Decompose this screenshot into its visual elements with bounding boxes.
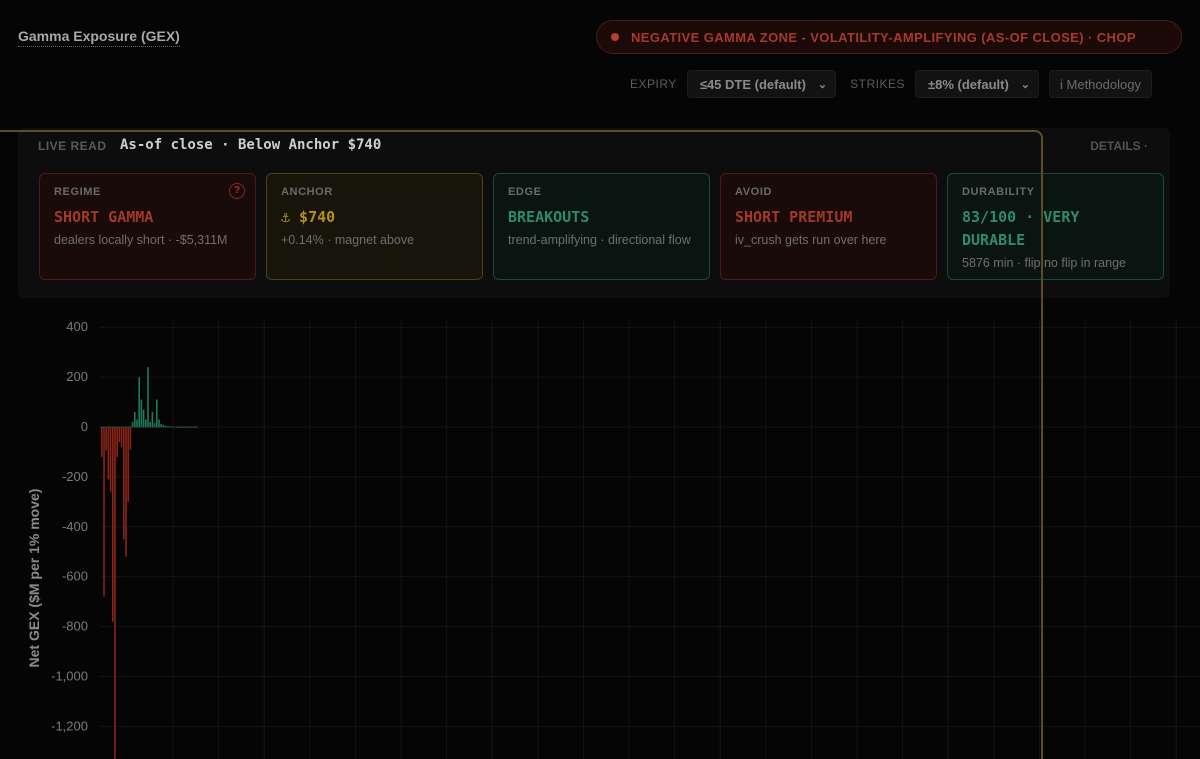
- card-subtext: 5876 min · flip no flip in range: [962, 256, 1126, 270]
- controls-bar: EXPIRY ≤45 DTE (default) ⌄ STRIKES ±8% (…: [620, 70, 1152, 98]
- card-label: DURABILITY: [962, 186, 1035, 198]
- expiry-label: EXPIRY: [630, 77, 677, 91]
- strikes-label: STRIKES: [850, 77, 905, 91]
- gex-bar[interactable]: [123, 427, 125, 540]
- chevron-down-icon: ⌄: [817, 78, 828, 91]
- card-value: ⚓ $740: [281, 208, 336, 226]
- card-value: 83/100 · VERY DURABLE: [962, 208, 1080, 249]
- card-value: BREAKOUTS: [508, 208, 590, 226]
- page-title: Gamma Exposure (GEX): [18, 28, 180, 47]
- strikes-select[interactable]: ±8% (default) ⌄: [914, 70, 1040, 98]
- card-label: AVOID: [735, 186, 773, 198]
- gex-bar[interactable]: [142, 409, 145, 427]
- y-tick-label: -800: [62, 619, 88, 634]
- gex-bar[interactable]: [147, 367, 149, 427]
- card-label: REGIME: [54, 186, 101, 198]
- card-value: SHORT PREMIUM: [735, 208, 853, 226]
- live-read-panel: LIVE READ As-of close · Below Anchor $74…: [18, 128, 1170, 298]
- gex-bar[interactable]: [129, 427, 132, 450]
- card-value: SHORT GAMMA: [54, 208, 154, 226]
- gex-bar[interactable]: [118, 427, 121, 442]
- gex-bar[interactable]: [127, 427, 129, 502]
- y-tick-label: -400: [62, 519, 88, 534]
- y-tick-label: -1,200: [51, 718, 88, 733]
- gex-bar[interactable]: [101, 427, 103, 457]
- chevron-down-icon: ⌄: [1020, 78, 1031, 91]
- expiry-select-value: ≤45 DTE (default): [699, 76, 806, 92]
- y-tick-label: -1,000: [51, 669, 88, 684]
- gex-bar[interactable]: [151, 412, 154, 427]
- gex-bar[interactable]: [116, 427, 118, 457]
- expiry-select[interactable]: ≤45 DTE (default) ⌄: [686, 70, 837, 98]
- y-tick-label: -200: [62, 469, 88, 484]
- gex-bar[interactable]: [153, 423, 156, 427]
- card-subtext: trend-amplifying · directional flow: [508, 233, 691, 247]
- card-anchor: ANCHOR ⚓ $740 +0.14% · magnet above: [266, 173, 483, 280]
- gex-bar[interactable]: [105, 427, 107, 451]
- y-tick-label: 400: [66, 319, 88, 334]
- methodology-button[interactable]: i Methodology: [1049, 70, 1152, 98]
- y-tick-label: 0: [81, 419, 88, 434]
- card-label: ANCHOR: [281, 186, 333, 198]
- regime-banner-text: NEGATIVE GAMMA ZONE - VOLATILITY-AMPLIFY…: [631, 29, 1136, 45]
- gex-bar[interactable]: [156, 399, 158, 427]
- gex-bar[interactable]: [131, 422, 134, 427]
- gex-bar[interactable]: [138, 377, 140, 427]
- card-label: EDGE: [508, 186, 542, 198]
- gex-bar[interactable]: [120, 427, 123, 447]
- y-tick-label: -600: [62, 569, 88, 584]
- card-avoid: AVOID SHORT PREMIUM iv_crush gets run ov…: [720, 173, 937, 280]
- card-subtext: +0.14% · magnet above: [281, 233, 415, 247]
- gex-bar[interactable]: [149, 422, 151, 427]
- gex-bar[interactable]: [140, 399, 143, 427]
- y-axis-label: Net GEX ($M per 1% move): [26, 488, 42, 668]
- y-tick-label: 200: [66, 369, 88, 384]
- regime-banner: NEGATIVE GAMMA ZONE - VOLATILITY-AMPLIFY…: [596, 20, 1182, 54]
- gex-bar[interactable]: [134, 412, 136, 427]
- card-subtext: iv_crush gets run over here: [735, 233, 887, 247]
- strikes-select-value: ±8% (default): [927, 76, 1009, 92]
- gex-bar[interactable]: [125, 427, 127, 557]
- card-edge: EDGE BREAKOUTS trend-amplifying · direct…: [493, 173, 710, 280]
- card-subtext: dealers locally short · -$5,311M: [54, 233, 228, 247]
- summary-cards: REGIME ? SHORT GAMMA dealers locally sho…: [39, 173, 1164, 280]
- live-read-value: As-of close · Below Anchor $740: [120, 137, 382, 153]
- card-durability: DURABILITY 83/100 · VERY DURABLE 5876 mi…: [947, 173, 1164, 280]
- gex-bar[interactable]: [112, 427, 114, 622]
- gex-bar[interactable]: [136, 419, 138, 427]
- live-read-label: LIVE READ: [38, 139, 107, 153]
- gex-bar[interactable]: [107, 427, 110, 480]
- help-icon[interactable]: ?: [229, 183, 245, 199]
- status-dot-icon: [611, 33, 619, 41]
- gex-bar[interactable]: [109, 427, 112, 492]
- card-regime: REGIME ? SHORT GAMMA dealers locally sho…: [39, 173, 256, 280]
- details-toggle[interactable]: DETAILS ·: [1090, 139, 1148, 153]
- gex-bar[interactable]: [158, 419, 160, 427]
- gex-chart: 400 200 0 -200 -400 -600 -800 -1,000 -1,200: [51, 319, 1200, 759]
- gex-bar[interactable]: [114, 427, 116, 759]
- gex-bar[interactable]: [103, 427, 105, 597]
- gex-bar[interactable]: [145, 419, 147, 427]
